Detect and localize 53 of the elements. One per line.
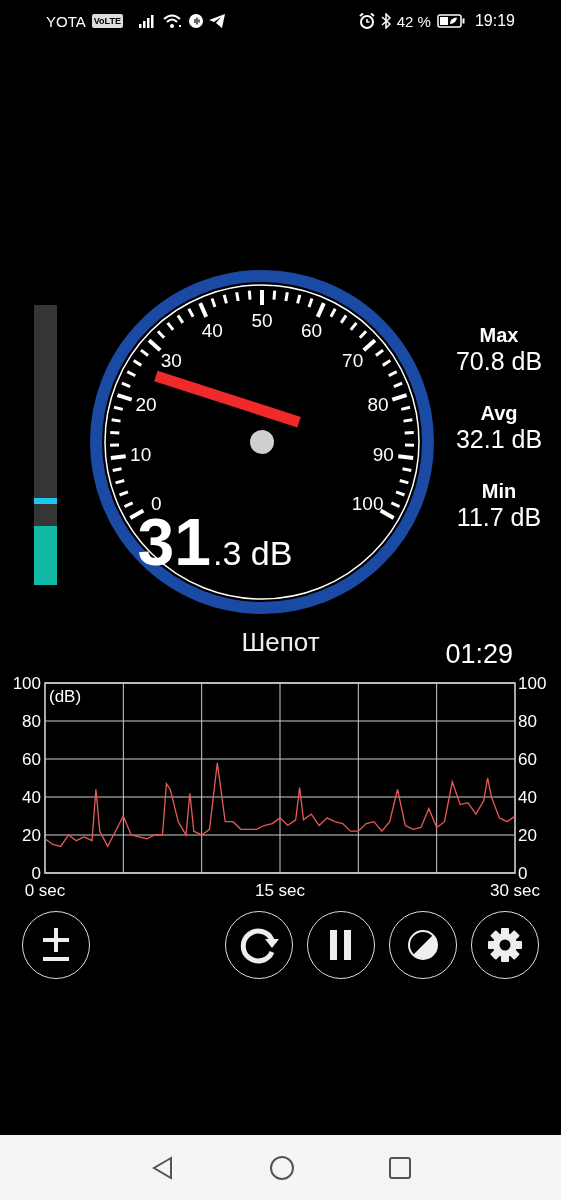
carrier-name: YOTA (46, 12, 86, 30)
scale-label: 30 (160, 349, 182, 371)
scale-label: 10 (130, 444, 152, 466)
recents-icon[interactable] (388, 1156, 411, 1179)
wifi-icon (162, 13, 183, 29)
tick-label: 0 (31, 863, 41, 883)
plus-minus-icon (43, 928, 69, 962)
tick-label: 60 (22, 749, 41, 769)
tick-label: 80 (518, 711, 537, 731)
tick-label: 30 sec (489, 881, 541, 900)
scale-label: 50 (251, 309, 273, 331)
axis-label: (dB) (49, 687, 82, 706)
stat-label: Max (479, 324, 519, 347)
scale-label: 100 (351, 492, 384, 514)
tick-label: 40 (22, 787, 41, 807)
stat-value: 11.7 dB (456, 503, 542, 532)
tick-label: 100 (12, 673, 41, 693)
refresh-icon (239, 926, 279, 964)
tick-label: 100 (518, 673, 547, 693)
pause-icon (330, 930, 352, 960)
tick-label: 20 (518, 825, 537, 845)
scale-label: 90 (372, 444, 394, 466)
back-icon[interactable] (150, 1155, 175, 1180)
reading-decimal: .3 dB (213, 534, 293, 572)
paper-plane-icon (208, 14, 225, 28)
scale-label: 60 (301, 320, 323, 342)
stat-label: Avg (480, 402, 518, 425)
scale-label: 20 (135, 393, 157, 415)
alarm-icon (358, 13, 375, 29)
needle-hub (250, 430, 274, 454)
tick-label: 20 (22, 825, 41, 845)
stat-label: Min (481, 480, 517, 503)
tick-label: 0 (518, 863, 528, 883)
home-icon[interactable] (268, 1154, 295, 1181)
bluetooth-icon (380, 13, 391, 29)
scale-label: 40 (201, 320, 223, 342)
network-badge: VoLTE (91, 14, 123, 28)
tick-label: 40 (518, 787, 537, 807)
tick-label: 80 (22, 711, 41, 731)
clock-time: 19:19 (474, 12, 515, 30)
battery-icon (436, 14, 465, 28)
stat-value: 70.8 dB (455, 347, 543, 376)
scale-label: 70 (342, 349, 364, 371)
noise-level-label: Шепот (241, 627, 320, 658)
tick-label: 60 (518, 749, 537, 769)
scale-label: 80 (367, 393, 389, 415)
tick-label: 15 sec (254, 881, 306, 900)
battery-percent: 42 % (396, 12, 431, 30)
contrast-icon (407, 929, 439, 961)
stat-value: 32.1 dB (455, 425, 543, 454)
signal-icon (138, 14, 157, 28)
elapsed-time: 01:29 (445, 639, 513, 670)
tick-label: 0 sec (24, 881, 66, 900)
